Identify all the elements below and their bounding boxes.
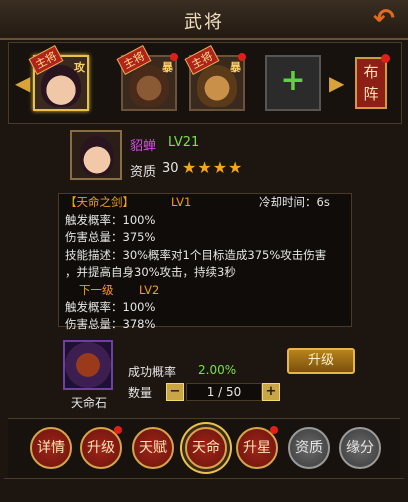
hero-level: LV21 <box>168 135 200 150</box>
hero-type: 攻 <box>74 61 85 74</box>
title-bar: 武将 ↶ <box>0 0 408 40</box>
skill-name: 【天命之剑】 <box>65 195 134 209</box>
tab-label: 缘分 <box>346 440 374 456</box>
success-rate-label: 成功概率 <box>128 365 177 379</box>
tab-upgrade[interactable]: 升级 <box>80 426 122 469</box>
arrow-right-icon[interactable]: ▶ <box>329 69 344 97</box>
hero-type: 暴 <box>230 61 241 74</box>
notification-dot <box>381 54 390 63</box>
aptitude-value: 30 <box>162 161 179 176</box>
tab-details[interactable]: 详情 <box>30 427 72 469</box>
skill-panel: 【天命之剑】 LV1 冷却时间：6s 触发概率：100% 伤害总量：375% 技… <box>58 193 352 331</box>
quantity-label: 数量 <box>128 386 153 400</box>
destiny-stone-icon <box>63 340 113 390</box>
aptitude-label: 资质 <box>130 165 157 180</box>
add-hero-button[interactable]: + <box>265 55 321 111</box>
tab-label: 天命 <box>192 440 220 456</box>
tab-aptitude[interactable]: 资质 <box>288 427 330 469</box>
hero-slot-2[interactable]: 主将 暴 <box>116 45 178 111</box>
bottom-tab-bar: 详情 升级 天赋 天命 升星 资质 缘分 <box>8 418 400 479</box>
notification-dot <box>170 53 178 61</box>
hero-screen: 武将 ↶ ◀ 主将 攻 主将 暴 主将 暴 + ▶ 布 阵 貂蝉 LV21 资质… <box>0 0 408 502</box>
quantity-field[interactable]: 1 / 50 <box>186 383 262 401</box>
upgrade-button[interactable]: 升级 <box>287 348 355 374</box>
window-title: 武将 <box>184 12 224 33</box>
next-level-value: LV2 <box>139 282 160 297</box>
hero-name: 貂蝉 <box>130 139 157 154</box>
skill-trigger-rate: 触发概率：100% <box>65 212 156 227</box>
tab-fate[interactable]: 缘分 <box>339 427 381 469</box>
skill-damage: 伤害总量：375% <box>65 230 156 244</box>
formation-label-1: 布 <box>363 63 379 81</box>
tab-label: 天赋 <box>139 440 167 456</box>
hero-slot-3[interactable]: 主将 暴 <box>184 45 246 111</box>
bottom-frame <box>4 478 404 497</box>
hero-type: 暴 <box>162 61 173 74</box>
notification-dot <box>238 53 246 61</box>
tab-label: 升级 <box>87 440 115 456</box>
formation-label-2: 阵 <box>363 85 379 103</box>
hero-slot-1[interactable]: 主将 攻 <box>28 45 89 111</box>
success-rate-value: 2.00% <box>198 363 237 377</box>
tab-star-up[interactable]: 升星 <box>236 426 278 469</box>
item-name: 天命石 <box>70 396 107 410</box>
notification-dot <box>114 426 122 434</box>
skill-description-cont: ，并提高自身30%攻击，持续3秒 <box>65 265 236 279</box>
skill-cooldown: 冷却时间：6s <box>259 195 330 209</box>
star-rating: ★★★★ <box>182 158 244 177</box>
plus-icon: + <box>280 63 306 98</box>
tab-label: 详情 <box>37 440 65 456</box>
hero-avatar <box>70 130 122 180</box>
hero-face <box>80 136 114 176</box>
skill-level: LV1 <box>171 195 192 209</box>
skill-description: 技能描述：30%概率对1个目标造成375%攻击伤害 <box>65 247 327 262</box>
formation-button[interactable]: 布 阵 <box>355 54 390 109</box>
hero-selector: ◀ 主将 攻 主将 暴 主将 暴 + ▶ 布 阵 <box>8 42 402 124</box>
tab-talent[interactable]: 天赋 <box>132 427 174 469</box>
arrow-left-icon[interactable]: ◀ <box>15 69 30 97</box>
tab-destiny[interactable]: 天命 <box>185 427 227 469</box>
next-trigger-rate: 触发概率：100% <box>65 300 156 314</box>
tab-label: 资质 <box>295 440 323 456</box>
tab-label: 升星 <box>243 440 271 456</box>
plus-button[interactable]: + <box>262 383 280 401</box>
next-damage: 伤害总量：378% <box>65 317 156 331</box>
notification-dot <box>270 426 278 434</box>
next-level-label: 下一级 <box>79 282 114 297</box>
minus-button[interactable]: − <box>166 383 184 401</box>
return-arrow-icon[interactable]: ↶ <box>368 4 400 34</box>
